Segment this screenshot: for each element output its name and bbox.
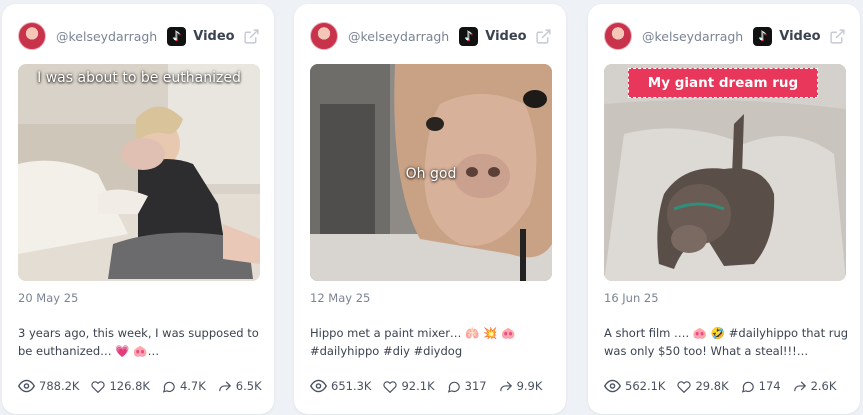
post-stats: 788.2K 126.8K 4.7K 6.5K <box>18 379 274 393</box>
shares-count: 2.6K <box>810 379 837 393</box>
share-icon <box>218 380 231 391</box>
likes-count: 92.1K <box>401 379 435 393</box>
description-line: was only $50 too! What a steal!!!… <box>604 344 809 358</box>
eye-icon <box>18 379 35 393</box>
comments-stat: 4.7K <box>162 379 206 393</box>
shares-count: 6.5K <box>235 379 262 393</box>
username[interactable]: @kelseydarragh <box>642 29 743 44</box>
title-banner: My giant dream rug <box>628 68 818 98</box>
description-line: Hippo met a paint mixer… 🫁 💥 🐽 <box>310 326 516 340</box>
share-icon <box>793 380 806 391</box>
video-overlay-text: Oh god <box>405 166 457 182</box>
likes-stat: 92.1K <box>383 379 435 393</box>
post-date: 16 Jun 25 <box>604 291 659 305</box>
external-link-icon[interactable] <box>242 27 260 45</box>
video-overlay-text: I was about to be euthanized <box>37 70 241 86</box>
avatar[interactable] <box>18 22 46 50</box>
likes-stat: 126.8K <box>91 379 150 393</box>
views-stat: 562.1K <box>604 379 665 393</box>
tiktok-icon: ♪ <box>459 26 479 46</box>
comment-icon <box>447 381 460 393</box>
views-count: 788.2K <box>39 379 80 393</box>
comment-icon <box>741 381 754 393</box>
post-description: Hippo met a paint mixer… 🫁 💥 🐽 #dailyhip… <box>310 324 555 360</box>
post-type-label: Video <box>193 28 235 44</box>
video-thumbnail[interactable]: Oh god <box>310 64 552 281</box>
card-header: @kelseydarragh ♪ Video <box>18 20 260 52</box>
video-overlay-text: My giant dream rug <box>647 75 799 91</box>
comments-count: 174 <box>758 379 781 393</box>
description-line: #dailyhippo #diy #diydog <box>310 344 463 358</box>
avatar[interactable] <box>310 22 338 50</box>
heart-icon <box>677 380 692 393</box>
post-description: 3 years ago, this week, I was supposed t… <box>18 324 263 360</box>
post-type-label: Video <box>779 28 821 44</box>
post-type-label: Video <box>485 28 527 44</box>
heart-icon <box>383 380 398 393</box>
tiktok-icon: ♪ <box>753 26 773 46</box>
card-header: @kelseydarragh ♪ Video <box>310 20 552 52</box>
post-stats: 562.1K 29.8K 174 2.6K <box>604 379 848 393</box>
shares-count: 9.9K <box>516 379 543 393</box>
tiktok-icon: ♪ <box>167 26 187 46</box>
comments-count: 317 <box>464 379 487 393</box>
likes-count: 29.8K <box>695 379 729 393</box>
eye-icon <box>310 379 327 393</box>
video-thumbnail[interactable]: I was about to be euthanized <box>18 64 260 281</box>
comments-count: 4.7K <box>179 379 206 393</box>
description-line: A short film …. 🐽 🤣 #dailyhippo that rug <box>604 326 849 340</box>
likes-count: 126.8K <box>109 379 150 393</box>
views-count: 562.1K <box>625 379 666 393</box>
comment-icon <box>162 381 175 393</box>
post-description: A short film …. 🐽 🤣 #dailyhippo that rug… <box>604 324 849 360</box>
shares-stat: 9.9K <box>499 379 543 393</box>
eye-icon <box>604 379 621 393</box>
views-count: 651.3K <box>331 379 372 393</box>
comments-stat: 317 <box>447 379 487 393</box>
shares-stat: 2.6K <box>793 379 837 393</box>
thumbnail-image <box>18 64 260 281</box>
comments-stat: 174 <box>741 379 781 393</box>
post-card-1[interactable]: @kelseydarragh ♪ Video I was about to be… <box>2 4 274 414</box>
views-stat: 651.3K <box>310 379 371 393</box>
likes-stat: 29.8K <box>677 379 729 393</box>
post-date: 20 May 25 <box>18 291 79 305</box>
username[interactable]: @kelseydarragh <box>348 29 449 44</box>
avatar[interactable] <box>604 22 632 50</box>
video-thumbnail[interactable]: My giant dream rug <box>604 64 846 281</box>
post-card-2[interactable]: @kelseydarragh ♪ Video Oh god 12 May 25 … <box>294 4 566 414</box>
card-header: @kelseydarragh ♪ Video <box>604 20 846 52</box>
external-link-icon[interactable] <box>828 27 846 45</box>
description-line: 3 years ago, this week, I was supposed t… <box>18 326 259 340</box>
username[interactable]: @kelseydarragh <box>56 29 157 44</box>
description-line: be euthanized… 💗 🐽… <box>18 344 160 358</box>
views-stat: 788.2K <box>18 379 79 393</box>
post-card-3[interactable]: @kelseydarragh ♪ Video My giant dream ru… <box>588 4 860 414</box>
post-stats: 651.3K 92.1K 317 9.9K <box>310 379 554 393</box>
heart-icon <box>91 380 106 393</box>
share-icon <box>499 380 512 391</box>
post-date: 12 May 25 <box>310 291 371 305</box>
external-link-icon[interactable] <box>534 27 552 45</box>
shares-stat: 6.5K <box>218 379 262 393</box>
